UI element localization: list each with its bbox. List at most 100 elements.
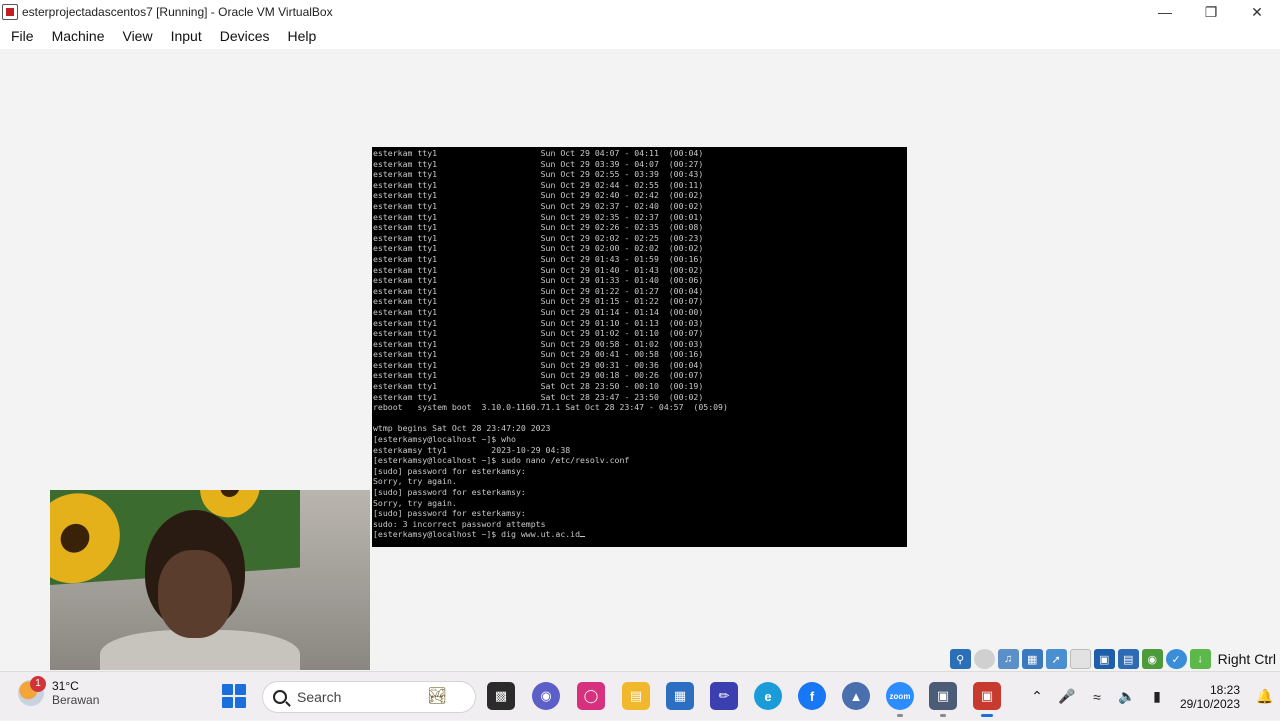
task-view-icon[interactable]: ▩	[487, 682, 515, 710]
console-line: Sorry, try again.	[373, 476, 457, 487]
console-line: esterkam tty1 Sun Oct 29 01:15 - 01:22 (…	[373, 296, 704, 307]
notification-bell-icon[interactable]: 🔔	[1253, 685, 1277, 709]
console-line: esterkam tty1 Sun Oct 29 02:35 - 02:37 (…	[373, 211, 704, 222]
console-line: esterkam tty1 Sun Oct 29 00:58 - 01:02 (…	[373, 338, 704, 349]
battery-icon[interactable]: ▮	[1145, 685, 1169, 709]
person-face	[158, 550, 232, 638]
console-line: esterkam tty1 Sat Oct 28 23:47 - 23:50 (…	[373, 391, 704, 402]
console-line: esterkam tty1 Sun Oct 29 01:22 - 01:27 (…	[373, 285, 704, 296]
clock-time: 18:23	[1209, 682, 1240, 697]
chevron-up-icon[interactable]: ⌃	[1025, 685, 1049, 709]
notification-badge: 1	[30, 676, 46, 692]
audio-icon[interactable]: ♫	[997, 649, 1019, 669]
console-line: [esterkamsy@localhost ~]$ dig www.ut.ac.…	[373, 529, 907, 540]
virtualbox-app-icon	[2, 4, 18, 20]
console-line: esterkam tty1 Sun Oct 29 04:07 - 04:11 (…	[373, 148, 704, 158]
pen-app-icon[interactable]: ✏	[710, 682, 738, 710]
capture-icon[interactable]: ▤	[1117, 649, 1139, 669]
webcam-overlay	[50, 490, 370, 670]
shared-folders-icon[interactable]	[1069, 649, 1091, 669]
weather-widget[interactable]: 1 31°C Berawan	[18, 676, 100, 707]
keyboard-icon[interactable]: ✓	[1165, 649, 1187, 669]
minimize-button[interactable]: —	[1142, 0, 1188, 24]
zoom-icon[interactable]: zoom	[886, 682, 914, 717]
arrow-down-icon[interactable]: ↓	[1189, 649, 1211, 669]
maximize-button[interactable]: ❐	[1188, 0, 1234, 24]
vm-console-screen[interactable]: esterkam tty1 Sun Oct 29 04:07 - 04:11 (…	[372, 147, 907, 547]
console-line: esterkam tty1 Sun Oct 29 01:14 - 01:14 (…	[373, 306, 704, 317]
console-line: Sorry, try again.	[373, 497, 457, 508]
file-explorer-icon[interactable]: ▤	[622, 682, 650, 710]
console-line: reboot system boot 3.10.0-1160.71.1 Sat …	[373, 402, 728, 413]
close-button[interactable]: ✕	[1234, 0, 1280, 24]
search-highlight-image: 🏞	[427, 688, 448, 705]
console-line: esterkam tty1 Sun Oct 29 00:41 - 00:58 (…	[373, 349, 704, 360]
console-line: esterkam tty1 Sun Oct 29 01:33 - 01:40 (…	[373, 275, 704, 286]
console-line: esterkam tty1 Sun Oct 29 02:26 - 02:35 (…	[373, 222, 704, 233]
console-line: [esterkamsy@localhost ~]$ who	[373, 434, 516, 445]
weather-condition: Berawan	[52, 693, 100, 707]
system-tray: ⌃ 🎤 ≈ 🔈 ▮ 18:23 29/10/2023 🔔	[1022, 672, 1280, 721]
edge-browser-icon[interactable]: e	[754, 682, 782, 710]
menu-view[interactable]: View	[113, 24, 161, 49]
console-line: esterkam tty1 Sun Oct 29 02:37 - 02:40 (…	[373, 200, 704, 211]
speaker-icon[interactable]: 🔈	[1115, 685, 1139, 709]
weather-temperature: 31°C	[52, 679, 79, 693]
menu-input[interactable]: Input	[162, 24, 211, 49]
window-title-bar: esterprojectadascentos7 [Running] - Orac…	[0, 0, 1280, 24]
network-icon[interactable]: ▦	[1021, 649, 1043, 669]
console-line: esterkam tty1 Sun Oct 29 02:02 - 02:25 (…	[373, 232, 704, 243]
sunflower-image	[50, 490, 120, 587]
console-cursor	[580, 536, 586, 538]
console-line: esterkam tty1 Sun Oct 29 00:31 - 00:36 (…	[373, 359, 704, 370]
console-line: esterkam tty1 Sun Oct 29 01:10 - 01:13 (…	[373, 317, 704, 328]
recording-icon[interactable]: ◉	[1141, 649, 1163, 669]
console-line: esterkamsy tty1 2023-10-29 04:38	[373, 444, 571, 455]
taskbar-search-box[interactable]: Search 🏞	[262, 681, 476, 713]
search-placeholder: Search	[297, 689, 342, 705]
vbox-status-bar: ⚲ ♫ ▦ ➚ ▣ ▤ ◉ ✓ ↓ Right Ctrl	[949, 647, 1280, 671]
start-button[interactable]	[222, 684, 246, 708]
virtualbox-icon[interactable]: ▣	[929, 682, 957, 717]
storage-icon[interactable]: ⚲	[949, 649, 971, 669]
menu-devices[interactable]: Devices	[211, 24, 279, 49]
virtualbox-vm-window-icon[interactable]: ▣	[973, 682, 1001, 717]
microphone-icon[interactable]: 🎤	[1055, 685, 1079, 709]
app-shortcut-icon[interactable]: ▲	[842, 682, 870, 710]
window-title: esterprojectadascentos7 [Running] - Orac…	[22, 5, 333, 19]
microsoft-store-icon[interactable]: ▦	[666, 682, 694, 710]
console-line: esterkam tty1 Sun Oct 29 01:02 - 01:10 (…	[373, 328, 704, 339]
console-line: wtmp begins Sat Oct 28 23:47:20 2023	[373, 423, 551, 434]
window-controls: — ❐ ✕	[1142, 0, 1280, 24]
console-line: [esterkamsy@localhost ~]$ sudo nano /etc…	[373, 455, 630, 466]
optical-icon[interactable]	[973, 649, 995, 669]
meet-chat-icon[interactable]: ◉	[532, 682, 560, 710]
console-line: esterkam tty1 Sun Oct 29 02:40 - 02:42 (…	[373, 190, 704, 201]
console-line: esterkam tty1 Sun Oct 29 00:18 - 00:26 (…	[373, 370, 704, 381]
menu-machine[interactable]: Machine	[43, 24, 114, 49]
console-line: sudo: 3 incorrect password attempts	[373, 518, 546, 529]
host-key-label: Right Ctrl	[1217, 651, 1276, 667]
console-line: esterkam tty1 Sun Oct 29 01:43 - 01:59 (…	[373, 253, 704, 264]
windows-taskbar: 1 31°C Berawan Search 🏞 ▩ ◉ ◯ ▤ ▦ ✏ e f …	[0, 671, 1280, 720]
usb-icon[interactable]: ➚	[1045, 649, 1067, 669]
clock-date: 29/10/2023	[1179, 696, 1240, 711]
console-line: esterkam tty1 Sun Oct 29 02:00 - 02:02 (…	[373, 243, 704, 254]
console-line: esterkam tty1 Sun Oct 29 02:44 - 02:55 (…	[373, 179, 704, 190]
display-icon[interactable]: ▣	[1093, 649, 1115, 669]
console-line: esterkam tty1 Sun Oct 29 02:55 - 03:39 (…	[373, 169, 704, 180]
taskbar-clock[interactable]: 18:23 29/10/2023	[1180, 683, 1240, 711]
menu-help[interactable]: Help	[279, 24, 326, 49]
menu-file[interactable]: File	[2, 24, 43, 49]
facebook-icon[interactable]: f	[798, 682, 826, 710]
instagram-icon[interactable]: ◯	[577, 682, 605, 710]
menu-bar: File Machine View Input Devices Help	[0, 24, 1280, 49]
console-line: [sudo] password for esterkamsy:	[373, 465, 526, 476]
wifi-icon[interactable]: ≈	[1085, 685, 1109, 709]
console-line: [sudo] password for esterkamsy:	[373, 487, 526, 497]
console-line: esterkam tty1 Sat Oct 28 23:50 - 00:10 (…	[373, 381, 704, 392]
search-icon	[273, 690, 287, 704]
console-line: [sudo] password for esterkamsy:	[373, 508, 526, 519]
console-line: esterkam tty1 Sun Oct 29 03:39 - 04:07 (…	[373, 158, 704, 169]
